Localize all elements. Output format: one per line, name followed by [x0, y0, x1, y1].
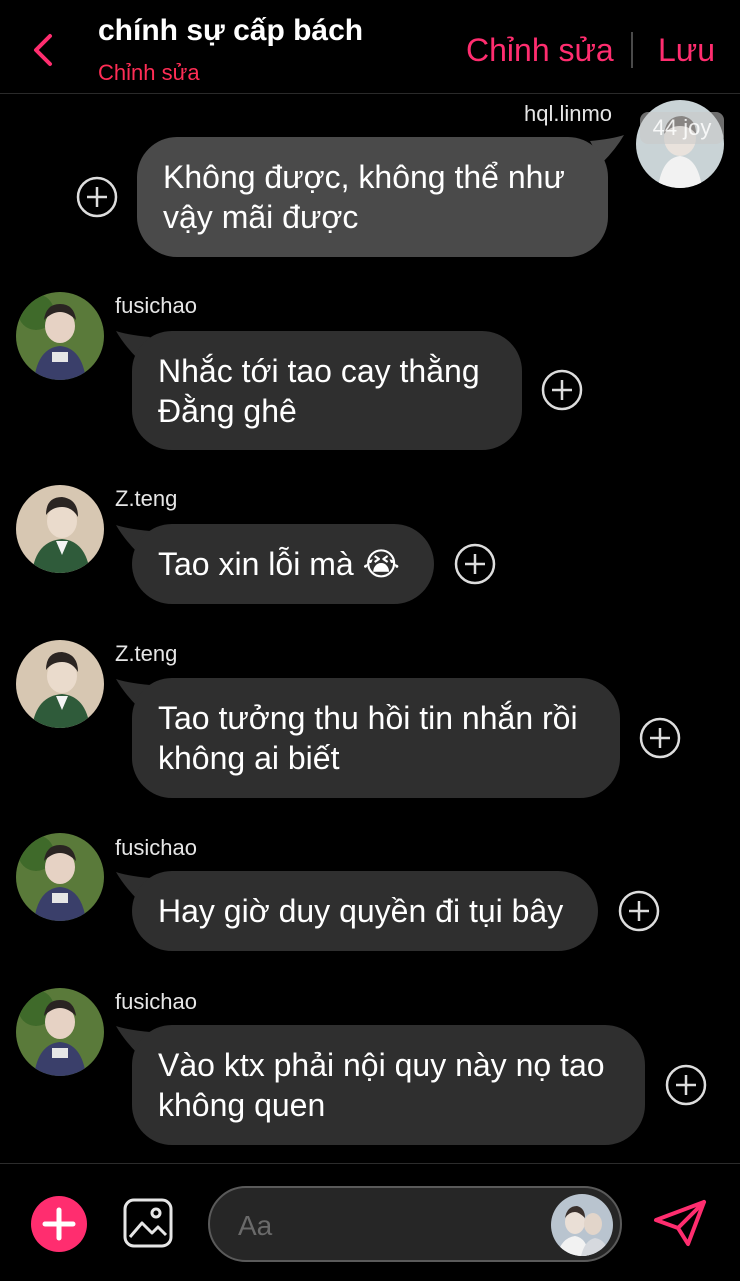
message-bubble[interactable]: Không được, không thể như vậy mãi được	[137, 137, 608, 257]
message-input-wrapper[interactable]	[208, 1186, 622, 1262]
send-icon[interactable]	[652, 1198, 708, 1248]
header-divider	[631, 32, 633, 68]
plus-circle-icon[interactable]	[541, 369, 583, 411]
image-icon[interactable]	[122, 1197, 174, 1249]
plus-circle-icon[interactable]	[665, 1064, 707, 1106]
message-list[interactable]: hql.linmo 44 joy Không được, không thể n…	[0, 95, 740, 1163]
plus-circle-icon[interactable]	[639, 717, 681, 759]
avatar[interactable]	[16, 292, 104, 380]
message-bubble[interactable]: Tao xin lỗi mà 😭	[132, 524, 434, 604]
chat-subtitle[interactable]: Chỉnh sửa	[98, 60, 200, 86]
avatar[interactable]	[16, 485, 104, 573]
message-bubble[interactable]: Nhắc tới tao cay thằng Đằng ghê	[132, 331, 522, 450]
sender-name: fusichao	[115, 835, 197, 860]
avatar[interactable]	[16, 988, 104, 1076]
message-bubble[interactable]: Vào ktx phải nội quy này nọ tao không qu…	[132, 1025, 645, 1145]
message-text: Nhắc tới tao cay thằng Đằng ghê	[158, 352, 480, 429]
plus-circle-icon[interactable]	[618, 890, 660, 932]
sender-name: fusichao	[115, 989, 197, 1014]
message-text: Không được, không thể như vậy mãi được	[163, 159, 565, 235]
chat-header: chính sự cấp bách Chỉnh sửa Chỉnh sửa Lư…	[0, 0, 740, 94]
message-text: Tao xin lỗi mà 😭	[158, 546, 400, 582]
edit-button[interactable]: Chỉnh sửa	[466, 32, 614, 69]
sender-name: fusichao	[115, 293, 197, 318]
avatar[interactable]	[16, 833, 104, 921]
plus-circle-icon[interactable]	[454, 543, 496, 585]
chat-title: chính sự cấp bách	[98, 14, 364, 47]
message-input[interactable]	[238, 1206, 538, 1246]
plus-circle-icon[interactable]	[76, 176, 118, 218]
plus-icon	[42, 1207, 76, 1241]
message-text: Vào ktx phải nội quy này nọ tao không qu…	[158, 1047, 605, 1123]
sender-name: Z.teng	[115, 486, 178, 511]
composer-bar	[0, 1163, 740, 1281]
avatar[interactable]	[551, 1194, 613, 1256]
sender-name: Z.teng	[115, 641, 178, 666]
reaction-badge: 44 joy	[640, 112, 724, 144]
avatar[interactable]	[16, 640, 104, 728]
chevron-left-icon[interactable]	[26, 30, 60, 70]
message-text: Hay giờ duy quyền đi tụi bây	[158, 893, 564, 929]
save-button[interactable]: Lưu	[658, 32, 715, 69]
message-text: Tao tưởng thu hồi tin nhắn rồi không ai …	[158, 700, 578, 776]
sender-name: hql.linmo	[524, 101, 613, 126]
add-button[interactable]	[31, 1196, 87, 1252]
message-bubble[interactable]: Tao tưởng thu hồi tin nhắn rồi không ai …	[132, 678, 620, 798]
message-bubble[interactable]: Hay giờ duy quyền đi tụi bây	[132, 871, 598, 951]
